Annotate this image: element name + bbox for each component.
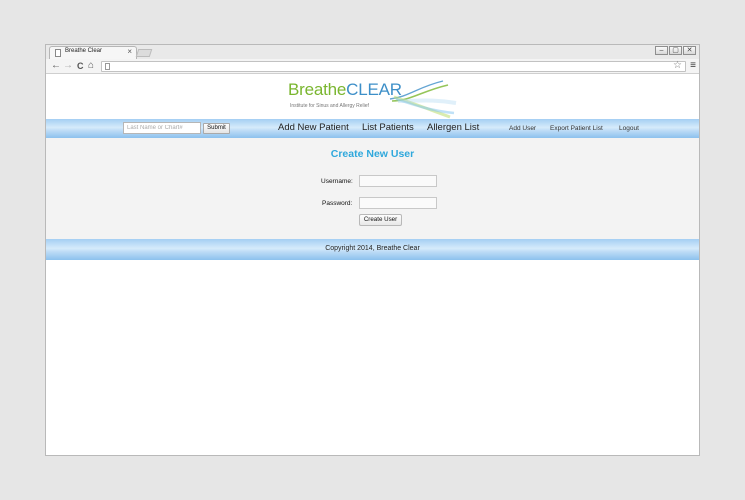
forward-icon[interactable]: → [63, 60, 73, 72]
nav-add-new-patient[interactable]: Add New Patient [278, 122, 349, 133]
reload-icon[interactable]: C [77, 60, 84, 72]
nav-bar: Submit Add New Patient List Patients All… [46, 119, 699, 138]
nav-export-patient-list[interactable]: Export Patient List [550, 125, 603, 132]
create-user-button[interactable]: Create User [359, 214, 402, 226]
back-icon[interactable]: ← [51, 60, 61, 72]
maximize-button[interactable]: ▢ [669, 46, 682, 55]
username-field[interactable] [359, 175, 437, 187]
logo-breathe: Breathe [288, 80, 347, 99]
page-viewport: BreatheCLEAR Institute for Sinus and All… [46, 75, 699, 455]
browser-toolbar: ← → C ⌂ ☆ ≡ [46, 59, 699, 74]
new-tab-button[interactable] [135, 49, 153, 57]
username-label: Username: [321, 178, 353, 185]
search-submit-button[interactable]: Submit [203, 123, 230, 134]
window-controls: – ▢ ✕ [655, 46, 696, 55]
search-input[interactable] [123, 122, 201, 134]
logo: BreatheCLEAR Institute for Sinus and All… [288, 77, 458, 121]
logo-wordmark: BreatheCLEAR [288, 80, 402, 100]
tab-strip: Breathe Clear × – ▢ ✕ [46, 45, 699, 59]
logo-tagline: Institute for Sinus and Allergy Relief [290, 103, 369, 109]
tab-title: Breathe Clear [65, 48, 103, 54]
nav-allergen-list[interactable]: Allergen List [427, 122, 479, 133]
password-label: Password: [322, 200, 353, 207]
nav-logout[interactable]: Logout [619, 125, 639, 132]
nav-list-patients[interactable]: List Patients [362, 122, 414, 133]
home-icon[interactable]: ⌂ [88, 60, 94, 72]
nav-add-user[interactable]: Add User [509, 125, 536, 132]
close-icon[interactable]: × [127, 47, 132, 57]
minimize-button[interactable]: – [655, 46, 668, 55]
page-icon [55, 49, 61, 57]
footer-bar: Copyright 2014, Breathe Clear [46, 239, 699, 260]
star-icon[interactable]: ☆ [673, 60, 682, 72]
menu-icon[interactable]: ≡ [690, 60, 696, 72]
page-title: Create New User [330, 148, 415, 160]
password-field[interactable] [359, 197, 437, 209]
close-window-button[interactable]: ✕ [683, 46, 696, 55]
browser-window: Breathe Clear × – ▢ ✕ ← → C ⌂ ☆ ≡ Breath… [45, 44, 700, 456]
create-user-panel: Create New User Username: Password: Crea… [46, 138, 699, 240]
browser-tab[interactable]: Breathe Clear × [49, 46, 137, 59]
copyright-text: Copyright 2014, Breathe Clear [325, 245, 420, 252]
page-icon [105, 63, 110, 70]
logo-swoosh-icon [389, 80, 457, 119]
address-bar[interactable]: ☆ [101, 60, 686, 72]
